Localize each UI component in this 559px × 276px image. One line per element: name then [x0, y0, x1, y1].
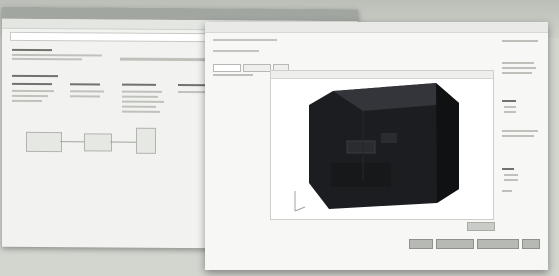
panel-option[interactable] [504, 106, 516, 108]
panel-line [502, 190, 512, 192]
background-list-line [122, 110, 160, 113]
panel-line [502, 135, 534, 137]
footer-button-2[interactable] [436, 239, 474, 249]
subheading-line [213, 50, 259, 52]
background-list-line [12, 94, 48, 98]
background-list-line [122, 100, 164, 103]
background-column-header [178, 83, 208, 87]
left-column [213, 74, 263, 224]
product-viewer-window [205, 22, 548, 270]
diagram-connector [60, 141, 84, 143]
panel-option[interactable] [504, 179, 518, 181]
diagram-block [136, 127, 156, 154]
background-column-header [122, 83, 156, 86]
background-list-line [122, 105, 156, 108]
panel-label [502, 168, 514, 170]
diagram-block [84, 133, 112, 152]
background-list-line [70, 95, 100, 98]
background-list-line [70, 90, 104, 93]
background-column-header [12, 82, 52, 86]
3d-model-viewer[interactable] [270, 70, 494, 220]
diagram-block [26, 131, 62, 153]
background-list-line [12, 89, 54, 93]
background-heading [12, 48, 52, 52]
dialog-footer-buttons [409, 239, 540, 249]
tab-2[interactable] [243, 64, 271, 72]
footer-button-4[interactable] [522, 239, 540, 249]
background-column-header [70, 83, 100, 86]
background-section-title [12, 74, 58, 78]
left-column-line [213, 74, 253, 76]
page-heading-line [213, 39, 277, 41]
diagram-connector [110, 141, 136, 143]
panel-label [502, 100, 516, 102]
background-list-line [12, 99, 42, 103]
panel-line [502, 72, 532, 74]
panel-line [502, 67, 536, 69]
product-viewer-titlebar [205, 22, 548, 33]
viewer-action-button[interactable] [467, 222, 495, 231]
background-list-line [178, 90, 206, 94]
tab-1[interactable] [213, 64, 241, 72]
footer-button-3[interactable] [477, 239, 519, 249]
right-info-panel [502, 40, 542, 220]
panel-line [502, 40, 538, 42]
footer-button-1[interactable] [409, 239, 433, 249]
background-list-line [122, 95, 158, 98]
device-3d-model [294, 83, 459, 212]
viewer-toolbar [271, 71, 493, 79]
panel-line [502, 130, 538, 132]
panel-line [502, 62, 534, 64]
background-list-line [122, 90, 162, 93]
panel-option[interactable] [504, 174, 518, 176]
background-text-line [12, 53, 102, 57]
background-text-line [12, 57, 82, 61]
panel-option[interactable] [504, 111, 516, 113]
